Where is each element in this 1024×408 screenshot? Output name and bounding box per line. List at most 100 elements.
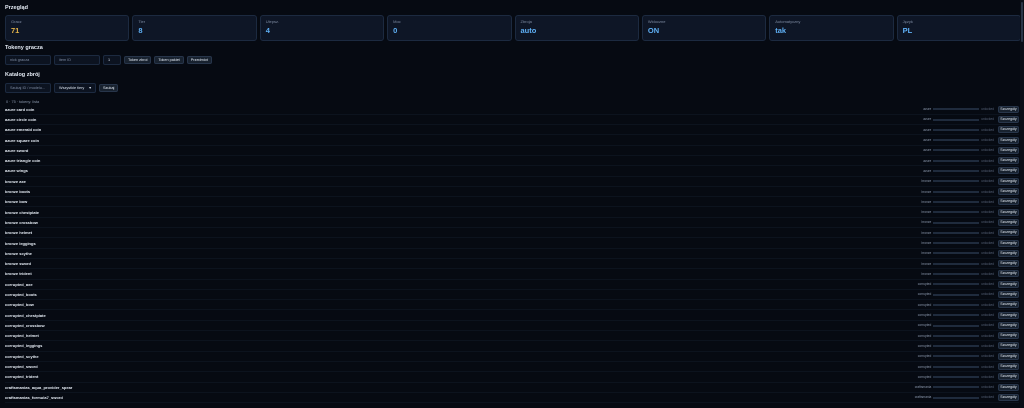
item-details-button[interactable]: Szczegóły [998, 198, 1019, 206]
item-details-button[interactable]: Szczegóły [998, 280, 1019, 288]
item-status: unlocked [981, 241, 994, 245]
item-details-button[interactable]: Szczegóły [998, 249, 1019, 257]
item-details-button[interactable]: Szczegóły [998, 270, 1019, 278]
scrollbar-thumb[interactable] [1021, 2, 1023, 42]
item-path [933, 386, 980, 389]
item-status: unlocked [981, 282, 994, 287]
stat-label: Widoczne [647, 19, 666, 24]
item-details-button[interactable]: Szczegóły [998, 311, 1019, 319]
item-details-button[interactable]: Szczegóły [998, 218, 1019, 226]
item-details-button[interactable]: Szczegóły [998, 342, 1019, 350]
item-path [933, 200, 980, 203]
item-path [933, 314, 980, 317]
item-details-button[interactable]: Szczegóły [998, 363, 1019, 371]
item-meta: corrupted unlocked [918, 292, 994, 296]
item-path [933, 345, 980, 348]
item-details-button[interactable]: Szczegóły [998, 208, 1019, 216]
item-meta: corrupted unlocked [918, 303, 994, 307]
item-path [933, 211, 980, 214]
item-details-button[interactable]: Szczegóły [998, 321, 1019, 329]
item-details-button[interactable]: Szczegóły [998, 167, 1019, 175]
item-name: corrupted_scythe [5, 353, 39, 359]
item-path [933, 149, 980, 152]
item-tier: bronze [921, 261, 932, 266]
item-path [933, 303, 980, 306]
item-name: corrupted_helmet [5, 333, 39, 339]
item-tier: bronze [921, 220, 932, 225]
stat-value: tak [775, 26, 787, 35]
item-status: unlocked [981, 354, 994, 359]
item-details-button[interactable]: Szczegóły [998, 157, 1019, 165]
item-details-button[interactable]: Szczegóły [998, 290, 1019, 298]
item-status: unlocked [981, 220, 994, 225]
item-path [933, 242, 980, 245]
amount-input[interactable]: 1 [103, 55, 121, 65]
item-details-button[interactable]: Szczegóły [998, 115, 1019, 123]
stat-label: Zbroja [520, 19, 532, 24]
tier-filter-select[interactable]: Wszystkie tiery ▾ [54, 83, 96, 93]
item-path [933, 118, 980, 121]
item-details-button[interactable]: Szczegóły [998, 229, 1019, 237]
catalog-search-input[interactable]: Szukaj ID / modelu... [5, 83, 51, 93]
page-scrollbar[interactable] [1020, 0, 1024, 408]
item-details-button[interactable]: Szczegóły [998, 126, 1019, 134]
item-name: bronze crossbow [5, 219, 38, 225]
item-meta: corrupted unlocked [918, 354, 994, 358]
item-details-button[interactable]: Szczegóły [998, 105, 1019, 113]
item-name: corrupted_chestplate [5, 312, 46, 318]
list-item: corrupted_boots corrupted unlocked Szczegół… [5, 290, 1019, 301]
item-path [933, 283, 980, 286]
catalog-search-button[interactable]: Szukaj [99, 84, 119, 92]
item-tier: bronze [921, 241, 932, 245]
item-status: unlocked [981, 107, 994, 112]
item-path [933, 355, 980, 358]
token-pack-button[interactable]: Token pakiet [154, 56, 184, 64]
item-details-button[interactable]: Szczegóły [998, 383, 1019, 391]
item-status: unlocked [981, 323, 994, 328]
item-details-button[interactable]: Szczegóły [998, 352, 1019, 360]
item-details-button[interactable]: Szczegóły [998, 146, 1019, 154]
stat-card: Zbroja auto [514, 15, 639, 41]
item-name: corrupted_leggings [5, 343, 43, 349]
item-tier: azure [923, 117, 932, 122]
item-tier: azure [923, 138, 932, 143]
item-details-button[interactable]: Szczegóły [998, 301, 1019, 309]
list-item: corrupted_trident corrupted unlocked Szczeg… [5, 372, 1019, 383]
item-details-button[interactable]: Szczegóły [998, 332, 1019, 340]
item-details-button[interactable]: Szczegóły [998, 177, 1019, 185]
player-input[interactable]: nick gracza [5, 55, 51, 65]
item-meta: azure unlocked [923, 138, 994, 142]
item-details-button[interactable]: Szczegóły [998, 260, 1019, 268]
item-details-button[interactable]: Szczegóły [998, 188, 1019, 196]
stat-value: 8 [138, 26, 143, 35]
item-name: azure triangle coin [5, 158, 41, 164]
item-path [933, 180, 980, 183]
list-item: bronze sword bronze unlocked Szczegóły [5, 259, 1019, 270]
item-tier: bronze [921, 189, 932, 194]
item-path [933, 108, 980, 111]
item-status: unlocked [981, 313, 994, 318]
list-item: azure circle coin azure unlocked Szczegóły [5, 115, 1019, 126]
item-details-button[interactable]: Szczegóły [998, 136, 1019, 144]
item-details-button[interactable]: Szczegóły [998, 393, 1019, 401]
overview-title: Przegląd [5, 5, 28, 11]
item-tier: corrupted [917, 313, 932, 318]
item-name: bronze helmet [5, 230, 33, 236]
item-tier: corrupted [917, 364, 932, 369]
stat-value: auto [520, 26, 537, 35]
item-details-button[interactable]: Szczegóły [998, 373, 1019, 381]
item-details-button[interactable]: Szczegóły [998, 239, 1019, 247]
item-id-input[interactable]: item ID [54, 55, 100, 65]
item-path [933, 273, 980, 276]
item-name: bronze trident [5, 271, 32, 277]
list-item: azure triangle coin azure unlocked Szczegół… [5, 156, 1019, 167]
catalog-title: Katalog zbrój [5, 72, 40, 78]
list-item: azure square coin azure unlocked Szczegóły [5, 135, 1019, 146]
item-meta: bronze unlocked [921, 179, 994, 183]
item-path [933, 334, 980, 337]
item-tier: craftsmania [914, 395, 932, 400]
item-tier: bronze [921, 230, 932, 235]
list-item: craftsmanias_formula7_sword craftsmania un… [5, 393, 1019, 404]
token-armor-button[interactable]: Token zbroi [124, 56, 152, 64]
item-button[interactable]: Przedmiot [186, 56, 212, 64]
